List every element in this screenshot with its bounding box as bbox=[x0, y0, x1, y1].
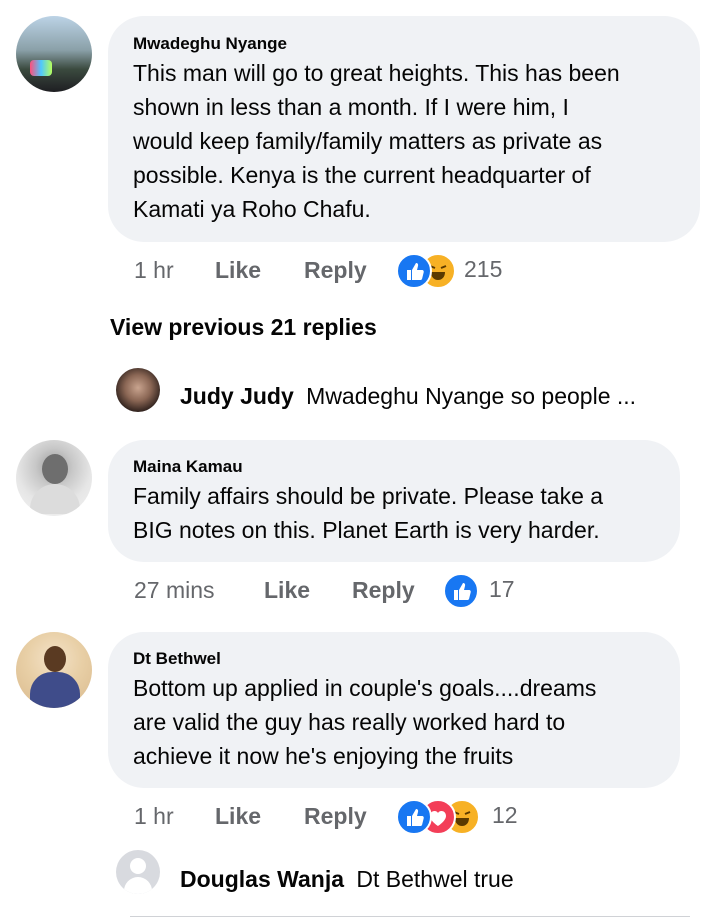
avatar-figure-body bbox=[30, 672, 80, 708]
comment-time[interactable]: 1 hr bbox=[134, 257, 174, 284]
avatar[interactable] bbox=[116, 368, 160, 412]
next-item-edge bbox=[130, 916, 690, 922]
comment-author[interactable]: Mwadeghu Nyange bbox=[133, 34, 287, 54]
reply-text: Mwadeghu Nyange so people ... bbox=[306, 383, 637, 409]
comment-author[interactable]: Maina Kamau bbox=[133, 457, 243, 477]
reaction-count: 12 bbox=[492, 802, 518, 828]
avatar-figure-body bbox=[30, 484, 80, 514]
reply-preview[interactable]: Judy Judy Mwadeghu Nyange so people ... bbox=[180, 383, 636, 410]
avatar[interactable] bbox=[16, 16, 92, 92]
comment-author[interactable]: Dt Bethwel bbox=[133, 649, 221, 669]
reply-preview[interactable]: Douglas Wanja Dt Bethwel true bbox=[180, 866, 514, 893]
comment-text: This man will go to great heights. This … bbox=[133, 60, 620, 222]
avatar[interactable] bbox=[116, 850, 160, 894]
default-avatar-body bbox=[124, 877, 152, 894]
reaction-count: 17 bbox=[489, 576, 515, 602]
reply-button[interactable]: Reply bbox=[352, 577, 415, 604]
reaction-summary[interactable]: 12 bbox=[396, 798, 526, 835]
view-previous-replies[interactable]: View previous 21 replies bbox=[110, 314, 377, 341]
default-avatar-head bbox=[130, 858, 146, 874]
reply-button[interactable]: Reply bbox=[304, 803, 367, 830]
reply-author: Douglas Wanja bbox=[180, 866, 344, 892]
comment-text: Bottom up applied in couple's goals....d… bbox=[133, 675, 597, 769]
like-icon bbox=[396, 799, 432, 835]
like-button[interactable]: Like bbox=[264, 577, 310, 604]
avatar[interactable] bbox=[16, 632, 92, 708]
like-icon bbox=[443, 573, 479, 609]
reaction-summary[interactable]: 215 bbox=[396, 252, 506, 289]
avatar-logo bbox=[30, 60, 52, 76]
avatar-figure bbox=[42, 454, 68, 484]
like-button[interactable]: Like bbox=[215, 803, 261, 830]
like-button[interactable]: Like bbox=[215, 257, 261, 284]
like-icon bbox=[396, 253, 432, 289]
reply-button[interactable]: Reply bbox=[304, 257, 367, 284]
reply-author: Judy Judy bbox=[180, 383, 294, 409]
avatar[interactable] bbox=[16, 440, 92, 516]
avatar-figure bbox=[44, 646, 66, 672]
comment-text: Family affairs should be private. Please… bbox=[133, 483, 604, 543]
comment-time[interactable]: 1 hr bbox=[134, 803, 174, 830]
reply-text: Dt Bethwel true bbox=[356, 866, 514, 892]
comment-time[interactable]: 27 mins bbox=[134, 577, 215, 604]
reaction-count: 215 bbox=[464, 256, 503, 282]
reaction-summary[interactable]: 17 bbox=[443, 572, 533, 609]
